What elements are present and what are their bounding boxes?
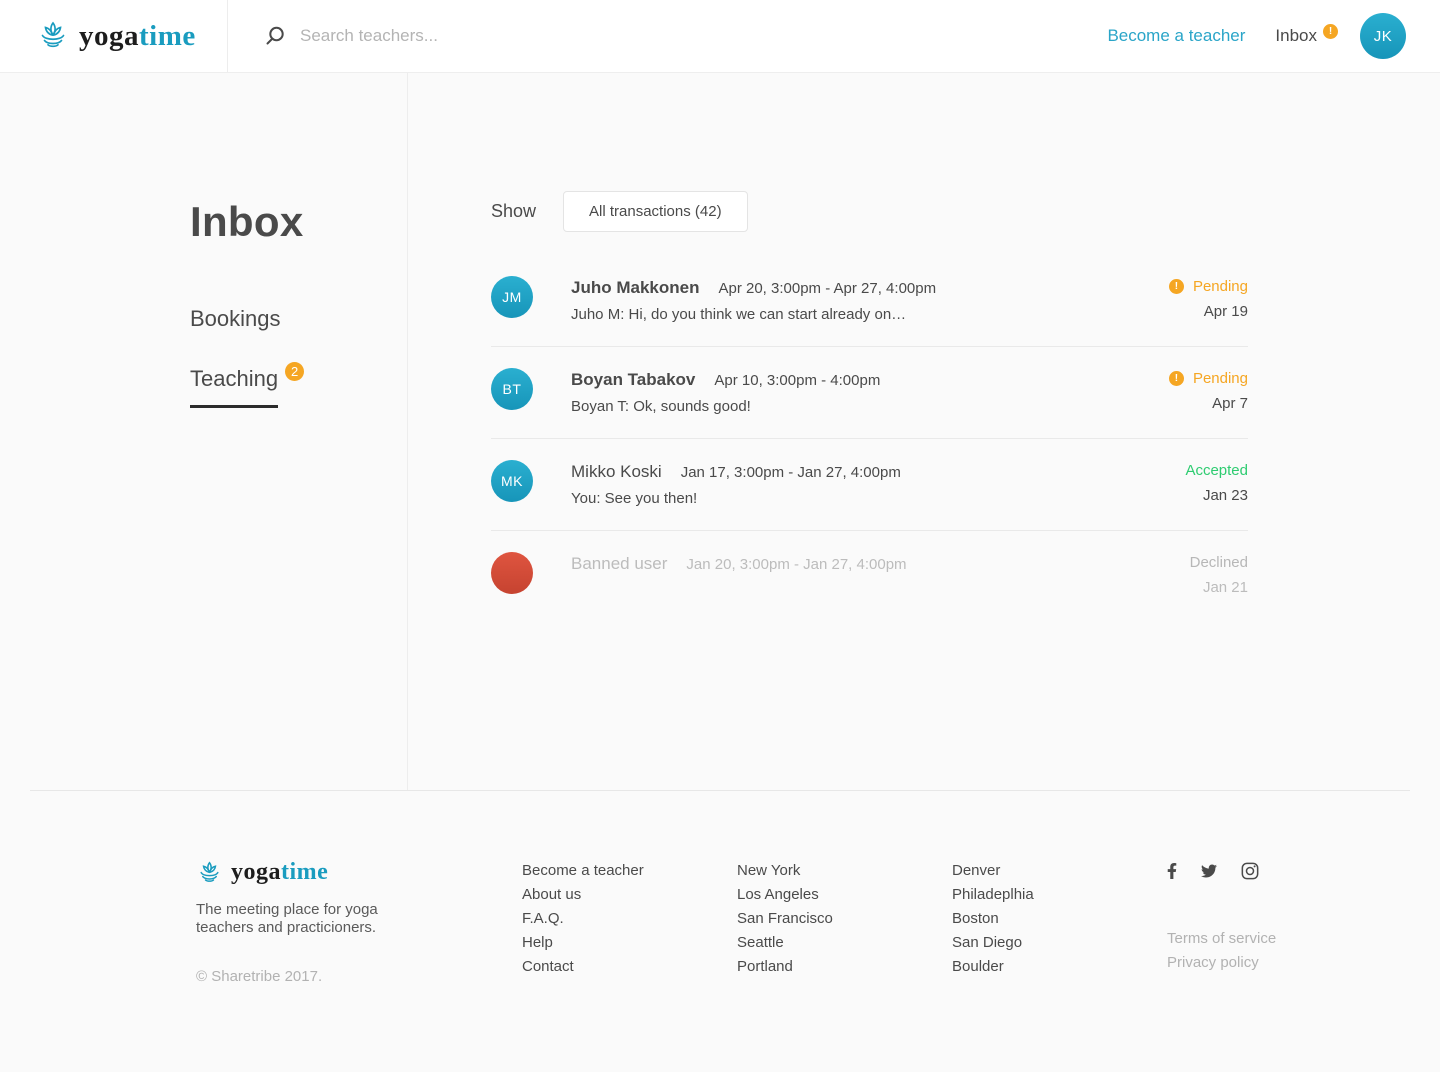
transaction-period: Jan 20, 3:00pm - Jan 27, 4:00pm [686,556,906,573]
footer-cities-column-1: New York Los Angeles San Francisco Seatt… [737,859,952,985]
lotus-icon [36,21,70,51]
footer-link-philadelphia[interactable]: Philadeplhia [952,883,1167,907]
search-box [228,0,1107,72]
footer-links-column: Become a teacher About us F.A.Q. Help Co… [522,859,737,985]
transaction-row[interactable]: BT Boyan Tabakov Apr 10, 3:00pm - 4:00pm… [491,347,1248,439]
footer-link-contact[interactable]: Contact [522,955,737,979]
footer-link-terms[interactable]: Terms of service [1167,927,1410,951]
transaction-date: Apr 7 [1169,395,1248,412]
transaction-name: Boyan Tabakov [571,370,695,390]
transaction-date: Jan 21 [1190,579,1248,596]
footer-link-boston[interactable]: Boston [952,907,1167,931]
pending-warning-icon: ! [1169,279,1184,294]
footer-copyright: © Sharetribe 2017. [196,968,522,985]
instagram-icon[interactable] [1241,862,1259,880]
footer-social-block: Terms of service Privacy policy [1167,859,1410,985]
content-area: Inbox Bookings Teaching2 Show All transa… [0,73,1440,790]
footer-link-privacy[interactable]: Privacy policy [1167,951,1410,975]
user-avatar[interactable]: JK [1360,13,1406,59]
become-teacher-link[interactable]: Become a teacher [1107,26,1245,46]
transaction-row[interactable]: MK Mikko Koski Jan 17, 3:00pm - Jan 27, … [491,439,1248,531]
inbox-link-label: Inbox [1275,26,1317,46]
sidebar-item-bookings[interactable]: Bookings [190,306,407,332]
footer-link-san-diego[interactable]: San Diego [952,931,1167,955]
status-badge: ! Pending [1169,278,1248,295]
transaction-period: Jan 17, 3:00pm - Jan 27, 4:00pm [681,464,901,481]
inbox-link[interactable]: Inbox ! [1275,26,1338,46]
transaction-period: Apr 10, 3:00pm - 4:00pm [714,372,880,389]
transaction-row[interactable]: JM Juho Makkonen Apr 20, 3:00pm - Apr 27… [491,255,1248,347]
search-icon [264,25,286,47]
footer-link-seattle[interactable]: Seattle [737,931,952,955]
footer-link-help[interactable]: Help [522,931,737,955]
page-title: Inbox [190,198,407,246]
banned-avatar [491,552,533,594]
footer-legal-links: Terms of service Privacy policy [1167,927,1410,975]
footer-link-become-a-teacher[interactable]: Become a teacher [522,859,737,883]
footer-link-denver[interactable]: Denver [952,859,1167,883]
footer-link-san-francisco[interactable]: San Francisco [737,907,952,931]
header-actions: Become a teacher Inbox ! JK [1107,0,1440,72]
yogatime-inbox-page: yogatime Become a teacher Inbox ! JK Inb… [0,0,1440,1072]
status-badge: ! Pending [1169,370,1248,387]
inbox-sidebar: Inbox Bookings Teaching2 [0,73,408,790]
twitter-icon[interactable] [1200,863,1218,879]
footer-link-faq[interactable]: F.A.Q. [522,907,737,931]
status-label: Declined [1190,554,1248,571]
footer-link-los-angeles[interactable]: Los Angeles [737,883,952,907]
transaction-name: Mikko Koski [571,462,662,482]
transaction-list: JM Juho Makkonen Apr 20, 3:00pm - Apr 27… [491,255,1248,619]
footer-brand-wordmark: yogatime [231,859,328,886]
footer-link-about-us[interactable]: About us [522,883,737,907]
transaction-last-message: Juho M: Hi, do you think we can start al… [571,306,1169,323]
transaction-date: Apr 19 [1169,303,1248,320]
avatar: BT [491,368,533,410]
inbox-notification-icon: ! [1323,24,1338,39]
footer-link-new-york[interactable]: New York [737,859,952,883]
footer-tagline: The meeting place for yoga teachers and … [196,901,416,937]
footer-link-boulder[interactable]: Boulder [952,955,1167,979]
brand-logo[interactable]: yogatime [36,20,196,53]
transaction-date: Jan 23 [1185,487,1248,504]
status-badge: Declined [1190,554,1248,571]
transaction-name: Banned user [571,554,667,574]
sidebar-item-teaching[interactable]: Teaching2 [190,366,304,408]
footer-cities-column-2: Denver Philadeplhia Boston San Diego Bou… [952,859,1167,985]
logo-box: yogatime [0,0,228,72]
status-label: Accepted [1185,462,1248,479]
top-nav-bar: yogatime Become a teacher Inbox ! JK [0,0,1440,73]
transaction-last-message: Boyan T: Ok, sounds good! [571,398,1169,415]
transaction-row[interactable]: Banned user Jan 20, 3:00pm - Jan 27, 4:0… [491,531,1248,619]
teaching-count-badge: 2 [285,362,304,381]
pending-warning-icon: ! [1169,371,1184,386]
avatar: JM [491,276,533,318]
footer-link-portland[interactable]: Portland [737,955,952,979]
status-label: Pending [1193,370,1248,387]
sidebar-item-teaching-label: Teaching [190,366,278,408]
sidebar-nav: Bookings Teaching2 [190,306,407,442]
transaction-period: Apr 20, 3:00pm - Apr 27, 4:00pm [718,280,936,297]
filter-label: Show [491,201,536,222]
filter-row: Show All transactions (42) [491,191,1248,232]
brand-wordmark: yogatime [79,20,196,53]
status-badge: Accepted [1185,462,1248,479]
transaction-last-message: You: See you then! [571,490,1185,507]
inbox-main: Show All transactions (42) JM Juho Makko… [408,73,1440,790]
footer-brand-logo[interactable]: yogatime [196,859,522,886]
avatar: MK [491,460,533,502]
search-input[interactable] [300,26,720,46]
transaction-name: Juho Makkonen [571,278,699,298]
transactions-filter-dropdown[interactable]: All transactions (42) [563,191,748,232]
facebook-icon[interactable] [1167,862,1177,880]
footer: yogatime The meeting place for yoga teac… [30,790,1410,985]
lotus-icon [196,861,223,885]
status-label: Pending [1193,278,1248,295]
